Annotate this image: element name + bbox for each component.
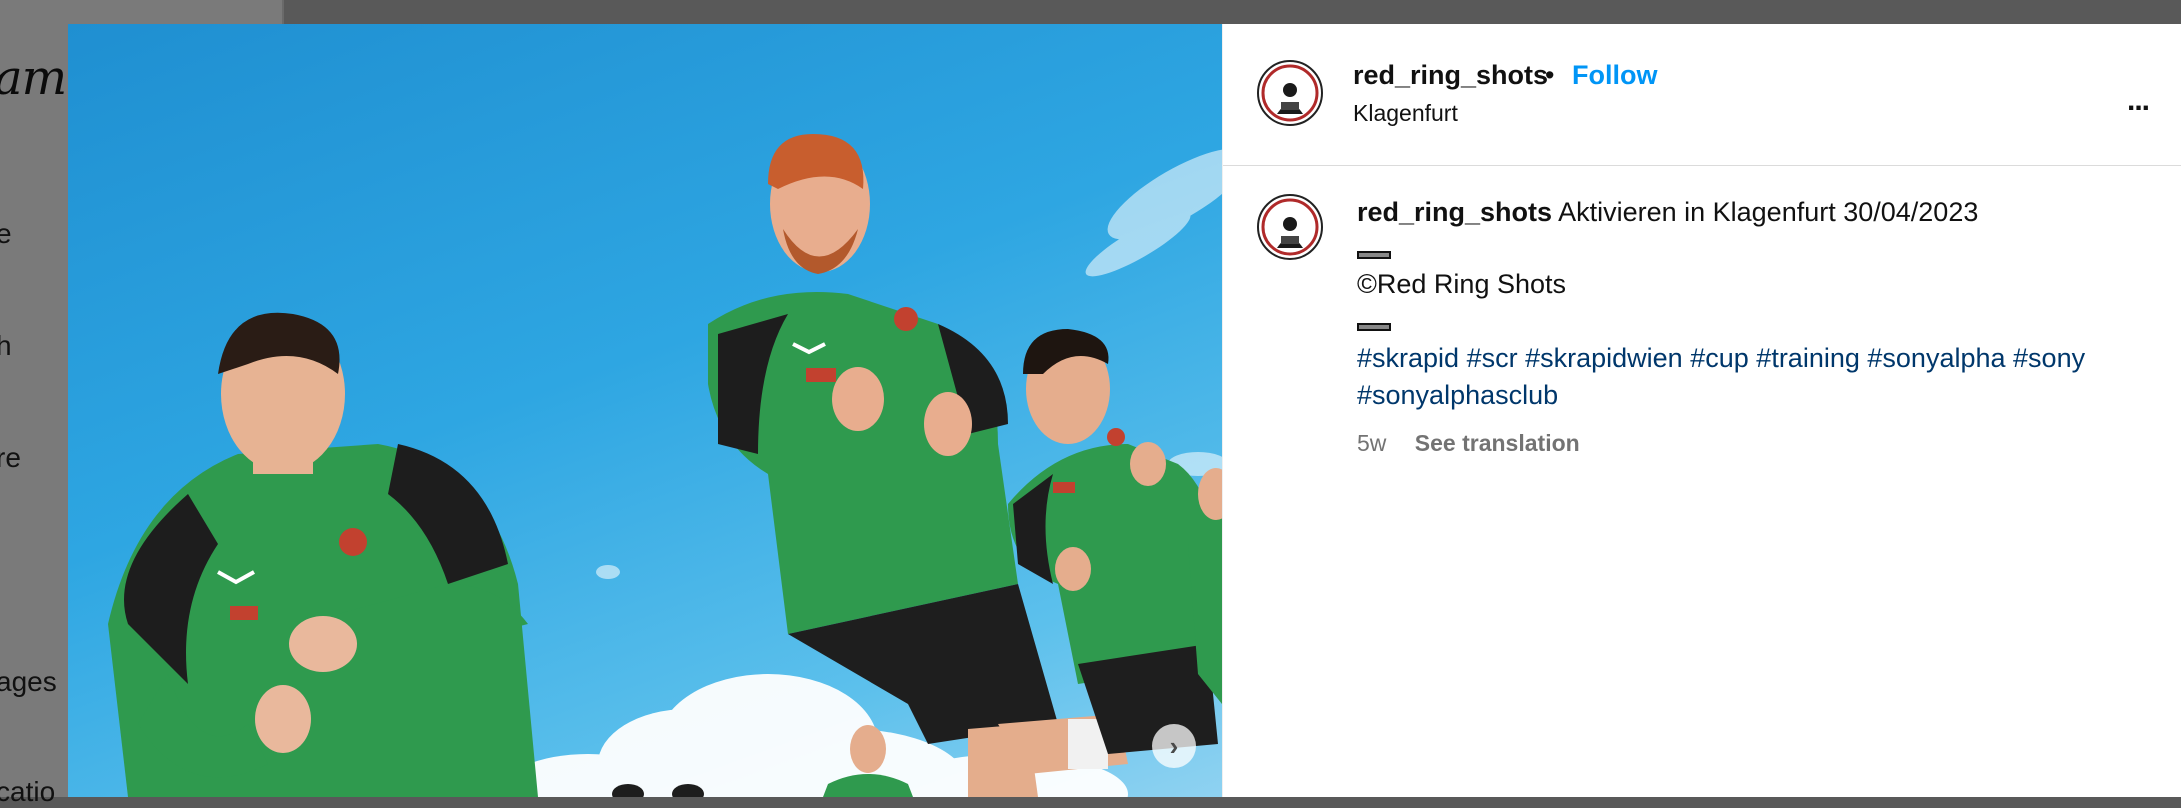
post-age: 5w: [1357, 430, 1387, 456]
chevron-right-icon: ›: [1169, 730, 1179, 761]
more-options-icon[interactable]: ...: [2127, 84, 2150, 118]
header-username[interactable]: red_ring_shots: [1353, 60, 1548, 91]
red-ring-shots-logo-icon: [1261, 64, 1319, 122]
hashtag-link[interactable]: #skrapid: [1357, 343, 1459, 373]
post-photo: ›: [68, 24, 1222, 797]
caption-meta: 5w See translation: [1357, 430, 1580, 457]
hashtag-link[interactable]: #skrapidwien: [1525, 343, 1683, 373]
hashtag-link[interactable]: #training: [1756, 343, 1860, 373]
nav-item-messages: ages: [0, 666, 57, 697]
post-sidebar: red_ring_shots • Follow Klagenfurt ... r…: [1222, 24, 2181, 797]
nav-item-explore: re: [0, 442, 21, 473]
hashtag-link[interactable]: #scr: [1467, 343, 1518, 373]
caption-text: Aktivieren in Klagenfurt 30/04/2023: [1558, 197, 1979, 227]
avatar[interactable]: [1257, 60, 1323, 126]
caption-avatar[interactable]: [1257, 194, 1323, 260]
nav-item-home: e: [0, 218, 12, 249]
caption-line: red_ring_shots Aktivieren in Klagenfurt …: [1357, 197, 1978, 228]
hashtag-link[interactable]: #sony: [2013, 343, 2085, 373]
next-photo-button[interactable]: ›: [1152, 724, 1196, 768]
hashtag-link[interactable]: #sonyalphasclub: [1357, 380, 1558, 410]
follow-button[interactable]: Follow: [1572, 60, 1657, 91]
post-modal: › red_ring_shots • Follow Klagenfurt ...: [68, 24, 2181, 797]
see-translation-button[interactable]: See translation: [1415, 430, 1580, 456]
red-ring-shots-logo-icon: [1261, 198, 1319, 256]
nav-item-search: h: [0, 330, 12, 361]
post-header: red_ring_shots • Follow Klagenfurt ...: [1223, 24, 2181, 166]
nav-item-notifications: catio: [0, 776, 56, 807]
caption-username[interactable]: red_ring_shots: [1357, 197, 1552, 227]
post-photo-illustration: [108, 134, 1222, 797]
separator-dot: •: [1545, 60, 1555, 90]
hashtag-link[interactable]: #sonyalpha: [1867, 343, 2005, 373]
hashtag-link[interactable]: #cup: [1690, 343, 1749, 373]
location-link[interactable]: Klagenfurt: [1353, 100, 1458, 127]
caption-copyright: ©Red Ring Shots: [1357, 269, 1566, 299]
hashtag-list: #skrapid #scr #skrapidwien #cup #trainin…: [1357, 340, 2157, 414]
bar-symbol-icon: [1357, 323, 1391, 331]
bar-symbol-icon: [1357, 251, 1391, 259]
instagram-logo: am: [0, 50, 67, 106]
